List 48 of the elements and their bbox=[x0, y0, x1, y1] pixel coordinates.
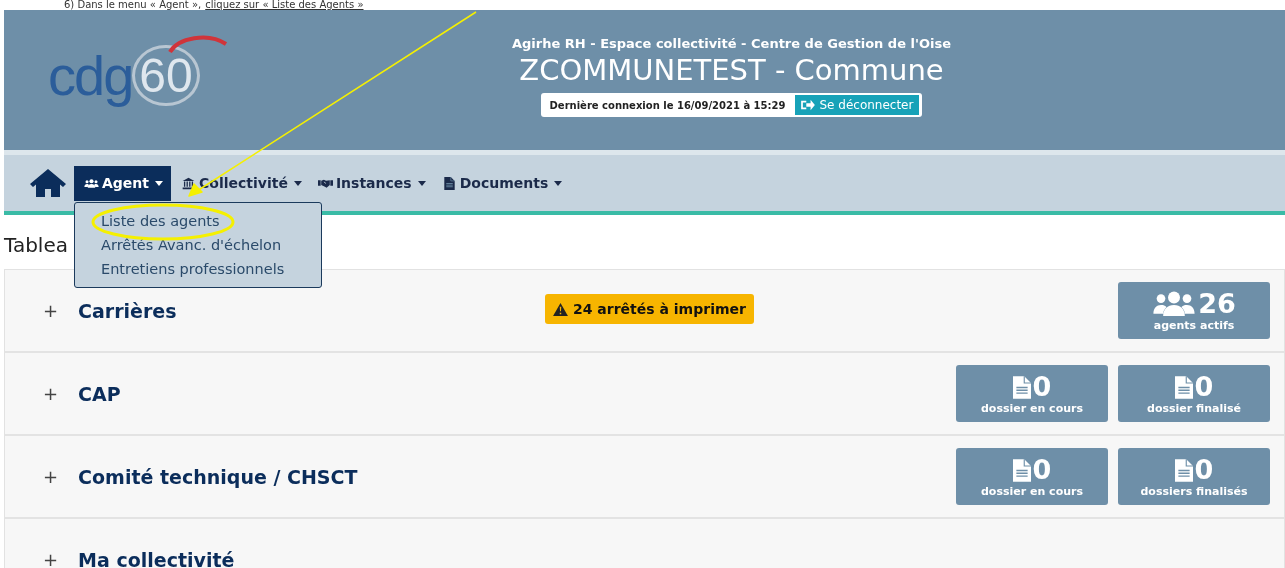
instruction-text: 6) Dans le menu « Agent », bbox=[64, 0, 202, 10]
section-title: Ma collectivité bbox=[78, 548, 235, 568]
caret-icon bbox=[554, 180, 563, 186]
expand-toggle[interactable]: + bbox=[37, 382, 65, 405]
menu-item[interactable]: Entretiens professionnels bbox=[75, 256, 321, 281]
stat-value: 26 bbox=[1198, 289, 1236, 319]
stat-label: dossier finalisé bbox=[1147, 402, 1241, 415]
document-icon bbox=[1012, 375, 1031, 399]
warning-icon bbox=[553, 302, 568, 316]
stat-value: 0 bbox=[1032, 372, 1052, 402]
expand-toggle[interactable]: + bbox=[37, 465, 65, 488]
sign-out-icon bbox=[801, 99, 816, 111]
document-icon bbox=[1174, 375, 1193, 399]
caret-icon bbox=[155, 180, 163, 186]
expand-toggle[interactable]: + bbox=[37, 548, 65, 568]
menu-item[interactable]: Arrêtés Avanc. d'échelon bbox=[75, 232, 321, 257]
home-icon[interactable] bbox=[30, 168, 66, 198]
stat-value: 0 bbox=[1194, 372, 1214, 402]
section-title: Carrières bbox=[78, 299, 177, 322]
stat-value: 0 bbox=[1032, 455, 1052, 485]
document-icon bbox=[1174, 458, 1193, 482]
logo-swoosh-icon bbox=[168, 34, 228, 54]
stat-label: dossier en cours bbox=[981, 402, 1083, 415]
page-title: Tablea bbox=[4, 233, 68, 257]
stat-label: dossier en cours bbox=[981, 485, 1083, 498]
section-title: CAP bbox=[78, 382, 121, 405]
expand-toggle[interactable]: + bbox=[37, 299, 65, 322]
header-title: ZCOMMUNETEST - Commune bbox=[519, 53, 944, 87]
users-icon bbox=[84, 176, 99, 190]
stat-value: 0 bbox=[1194, 455, 1214, 485]
logo-letters: cdg bbox=[48, 42, 133, 108]
caret-icon bbox=[293, 180, 302, 186]
bank-icon bbox=[181, 176, 196, 190]
nav-menu-tab[interactable]: Instances bbox=[311, 165, 432, 201]
document-icon bbox=[1012, 458, 1031, 482]
menu-item[interactable]: Liste des agents bbox=[75, 208, 321, 233]
section-title: Comité technique / CHSCT bbox=[78, 465, 358, 488]
logo-number: 60 bbox=[132, 44, 200, 106]
last-login-text: Dernière connexion le 16/09/2021 à 15:29 bbox=[549, 99, 786, 111]
users-icon bbox=[1152, 291, 1197, 317]
caret-icon bbox=[417, 180, 426, 186]
stat-label: agents actifs bbox=[1153, 319, 1235, 332]
document-icon bbox=[441, 176, 457, 190]
stat-label: dossiers finalisés bbox=[1140, 485, 1248, 498]
nav-menu-tab[interactable]: Agent bbox=[74, 165, 171, 201]
header-subtitle: Agirhe RH - Espace collectivité - Centre de Gestion de l'Oise bbox=[511, 36, 952, 51]
alert-badge: 24 arrêtés à imprimer bbox=[545, 294, 754, 324]
nav-menu-tab[interactable]: Documents bbox=[435, 165, 569, 201]
